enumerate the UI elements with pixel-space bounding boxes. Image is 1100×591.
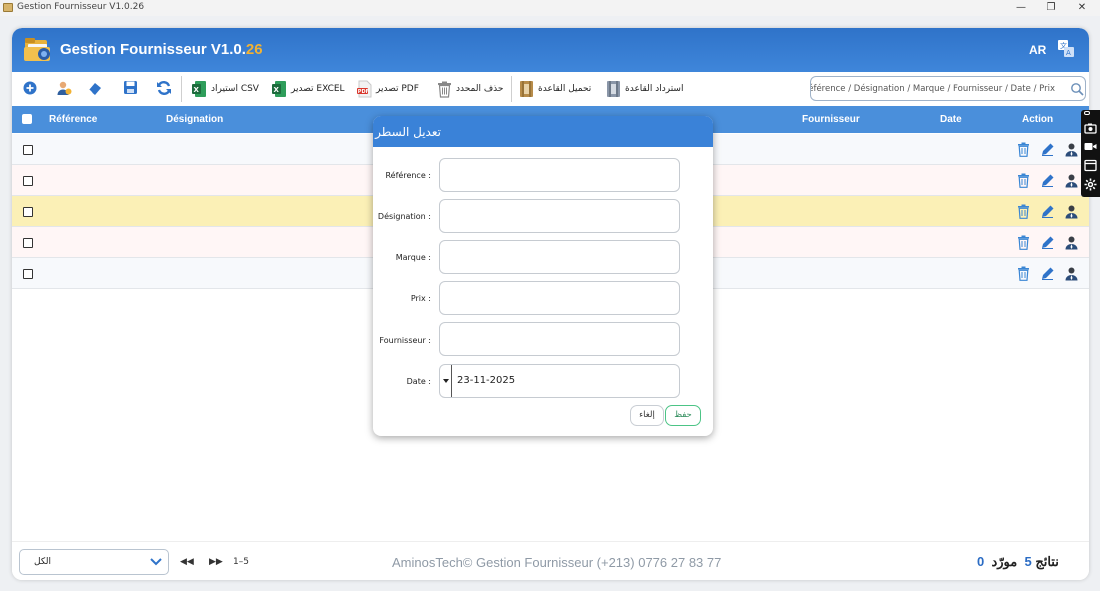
fournisseur-field[interactable] xyxy=(439,322,680,356)
edit-row-dialog: تعديل السطر Référence : Désignation : Ma… xyxy=(373,116,713,436)
dialog-overlay: تعديل السطر Référence : Désignation : Ma… xyxy=(0,0,1100,591)
reference-label: Référence : xyxy=(385,171,431,180)
marque-label: Marque : xyxy=(395,253,431,262)
reference-field[interactable] xyxy=(439,158,680,192)
fournisseur-label: Fournisseur : xyxy=(379,336,431,345)
date-label: Date : xyxy=(406,377,431,386)
prix-label: Prix : xyxy=(410,294,431,303)
dialog-title: تعديل السطر xyxy=(375,125,441,139)
save-button[interactable]: حفظ xyxy=(665,405,701,426)
designation-field[interactable] xyxy=(439,199,680,233)
marque-field[interactable] xyxy=(439,240,680,274)
cancel-button[interactable]: إلغاء xyxy=(630,405,664,426)
date-field[interactable]: 23-11-2025 xyxy=(439,364,680,398)
date-dropdown-icon[interactable] xyxy=(441,365,452,397)
designation-label: Désignation : xyxy=(377,212,431,221)
prix-field[interactable] xyxy=(439,281,680,315)
date-value: 23-11-2025 xyxy=(457,375,516,386)
dialog-header: تعديل السطر xyxy=(373,116,713,147)
